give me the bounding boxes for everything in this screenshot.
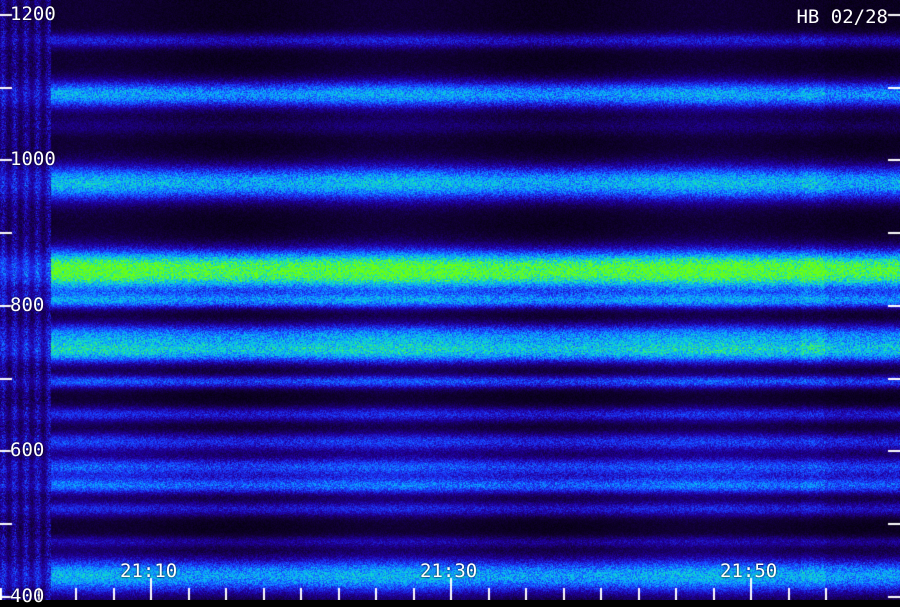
y-tick-label: 800 <box>10 293 45 316</box>
y-tick-label: 1000 <box>10 148 56 171</box>
y-tick-label: 1200 <box>10 3 56 25</box>
spectrogram-canvas <box>0 0 900 600</box>
y-tick-label: 600 <box>10 439 45 462</box>
date-label: HB 02/28 <box>796 6 888 28</box>
x-tick-label: 21:10 <box>120 560 178 582</box>
x-tick-label: 21:30 <box>420 560 478 582</box>
x-tick-label: 21:50 <box>720 560 778 582</box>
y-tick-label: 400 <box>10 584 45 607</box>
